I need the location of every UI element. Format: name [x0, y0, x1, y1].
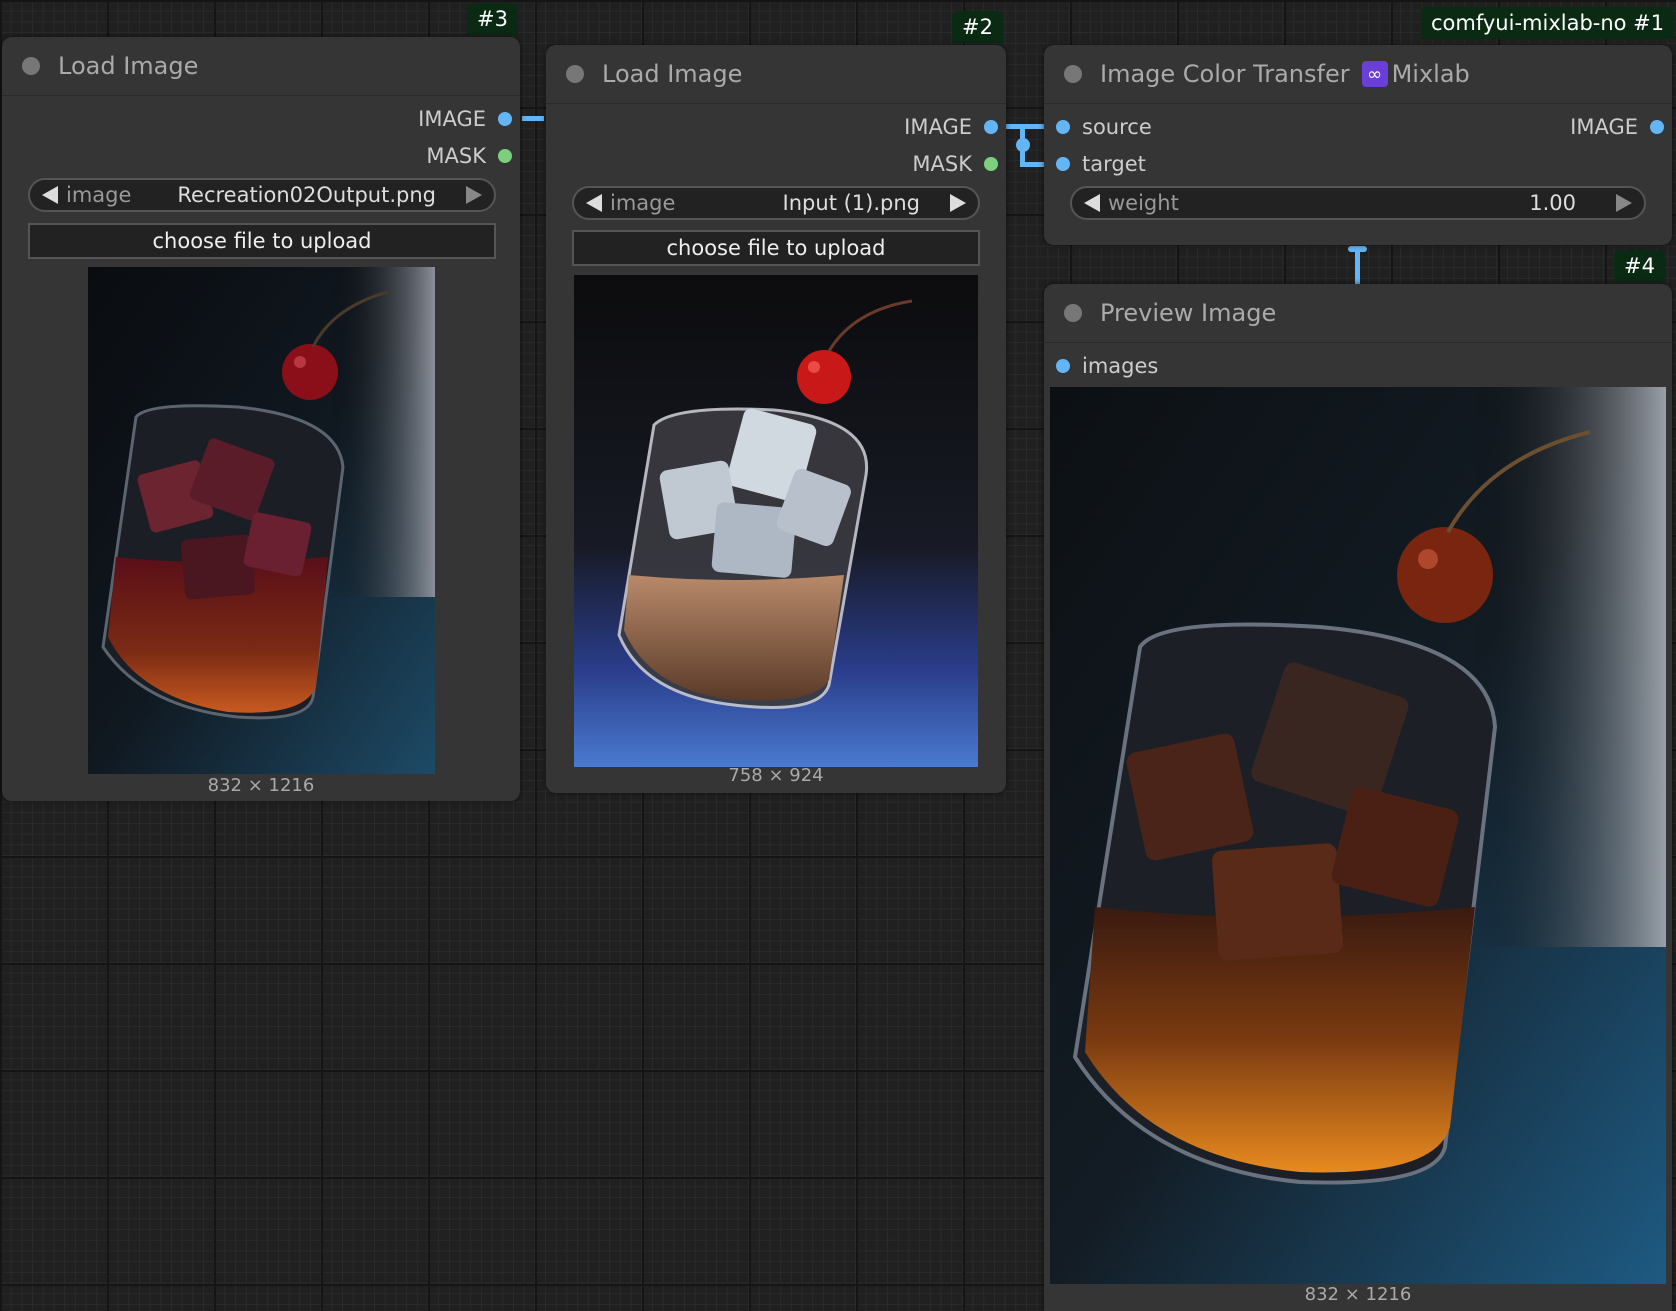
- preview-image-node[interactable]: Preview Image images 832 × 1216: [1044, 284, 1672, 1311]
- image-dimensions: 832 × 1216: [207, 775, 315, 796]
- node-id-badge: #2: [952, 11, 1003, 43]
- node-header[interactable]: Preview Image: [1044, 284, 1672, 343]
- node-id-badge: #4: [1614, 250, 1665, 282]
- node-title: Image Color Transfer: [1100, 60, 1350, 88]
- image-socket-icon[interactable]: [984, 120, 998, 134]
- cocktail-image: [1050, 387, 1666, 1284]
- widget-name: weight: [1108, 191, 1179, 215]
- output-label: MASK: [912, 152, 972, 176]
- collapse-dot-icon[interactable]: [22, 57, 40, 75]
- arrow-left-icon[interactable]: [1084, 194, 1100, 212]
- output-label: MASK: [426, 144, 486, 168]
- link-reroute-dot: [1016, 138, 1030, 152]
- node-header[interactable]: Load Image: [546, 45, 1006, 104]
- image-combo-widget[interactable]: image Recreation02Output.png: [28, 178, 496, 212]
- output-mask[interactable]: MASK: [912, 152, 998, 176]
- node-title: Preview Image: [1100, 299, 1277, 327]
- image-socket-icon[interactable]: [1650, 120, 1664, 134]
- load-image-node-3[interactable]: Load Image IMAGE MASK image Recreation02…: [2, 37, 520, 801]
- widget-value: 1.00: [1529, 191, 1576, 215]
- arrow-right-icon[interactable]: [950, 194, 966, 212]
- upload-button[interactable]: choose file to upload: [572, 230, 980, 266]
- load-image-node-2[interactable]: Load Image IMAGE MASK image Input (1).pn…: [546, 45, 1006, 793]
- image-preview: [88, 267, 435, 774]
- input-target[interactable]: target: [1056, 152, 1146, 176]
- image-combo-widget[interactable]: image Input (1).png: [572, 186, 980, 220]
- node-title: Load Image: [58, 52, 199, 80]
- weight-number-widget[interactable]: weight 1.00: [1070, 186, 1646, 220]
- output-image[interactable]: IMAGE: [904, 115, 998, 139]
- images-socket-icon[interactable]: [1056, 359, 1070, 373]
- image-dimensions: 832 × 1216: [1304, 1284, 1412, 1305]
- target-socket-icon[interactable]: [1056, 157, 1070, 171]
- upload-button[interactable]: choose file to upload: [28, 223, 496, 259]
- image-dimensions: 758 × 924: [728, 765, 824, 786]
- cocktail-image: [88, 267, 435, 774]
- node-id-badge: comfyui-mixlab-no #1: [1421, 7, 1675, 39]
- input-source[interactable]: source: [1056, 115, 1152, 139]
- mixlab-infinity-icon: ∞: [1361, 61, 1388, 87]
- output-image[interactable]: IMAGE: [418, 107, 512, 131]
- node-header[interactable]: Load Image: [2, 37, 520, 96]
- output-label: IMAGE: [904, 115, 972, 139]
- image-socket-icon[interactable]: [498, 112, 512, 126]
- cocktail-image: [574, 275, 978, 767]
- widget-name: image: [610, 191, 676, 215]
- input-images[interactable]: images: [1056, 354, 1158, 378]
- node-title-suffix: Mixlab: [1391, 60, 1470, 88]
- input-label: target: [1082, 152, 1146, 176]
- input-label: source: [1082, 115, 1152, 139]
- image-preview: [574, 275, 978, 767]
- node-title: Load Image: [602, 60, 743, 88]
- link-3-to-1: [522, 116, 544, 121]
- output-label: IMAGE: [1570, 115, 1638, 139]
- arrow-left-icon[interactable]: [42, 186, 58, 204]
- collapse-dot-icon[interactable]: [1064, 65, 1082, 83]
- source-socket-icon[interactable]: [1056, 120, 1070, 134]
- output-mask[interactable]: MASK: [426, 144, 512, 168]
- link-1-to-4-cap: [1348, 246, 1367, 252]
- image-color-transfer-node[interactable]: Image Color Transfer ∞ Mixlab source tar…: [1044, 45, 1672, 245]
- output-image-preview: [1050, 387, 1666, 1284]
- arrow-right-icon[interactable]: [1616, 194, 1632, 212]
- output-label: IMAGE: [418, 107, 486, 131]
- widget-value: Input (1).png: [782, 191, 920, 215]
- node-header[interactable]: Image Color Transfer ∞ Mixlab: [1044, 45, 1672, 104]
- mask-socket-icon[interactable]: [984, 157, 998, 171]
- input-label: images: [1082, 354, 1159, 378]
- arrow-right-icon[interactable]: [466, 186, 482, 204]
- mask-socket-icon[interactable]: [498, 149, 512, 163]
- collapse-dot-icon[interactable]: [566, 65, 584, 83]
- collapse-dot-icon[interactable]: [1064, 304, 1082, 322]
- arrow-left-icon[interactable]: [586, 194, 602, 212]
- widget-name: image: [66, 183, 132, 207]
- output-image[interactable]: IMAGE: [1570, 115, 1664, 139]
- widget-value: Recreation02Output.png: [177, 183, 436, 207]
- node-id-badge: #3: [467, 3, 518, 35]
